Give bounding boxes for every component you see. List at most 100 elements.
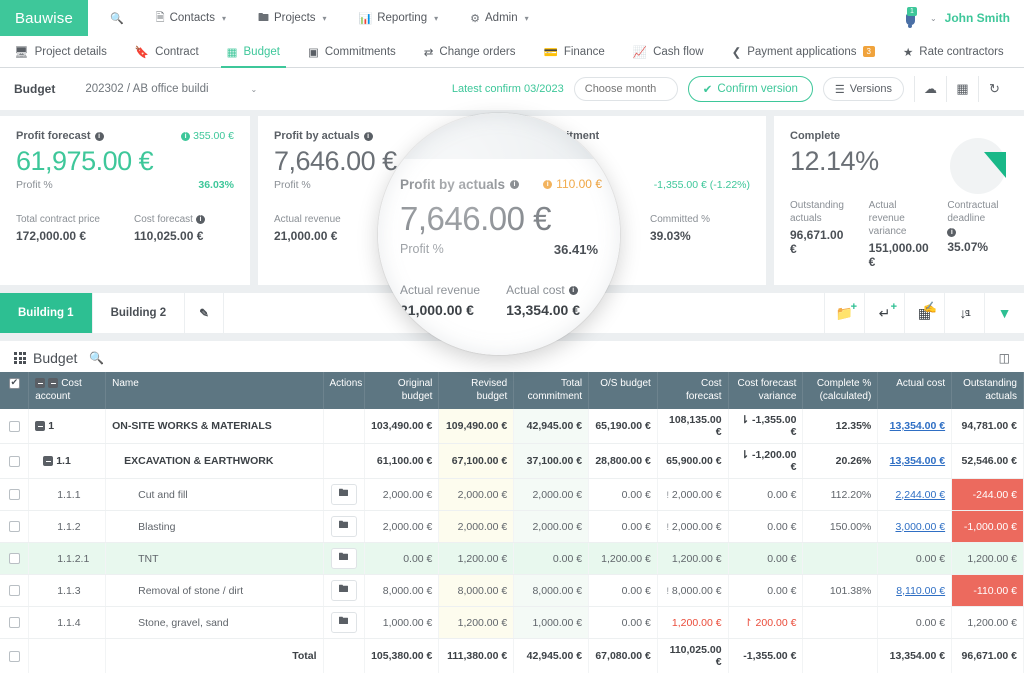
cell-actions[interactable]: 🖿 [323, 479, 364, 511]
edit-square-icon[interactable]: ✎ [185, 293, 224, 333]
header-actual-cost[interactable]: Actual cost [878, 372, 952, 409]
row-checkbox-cell[interactable] [0, 409, 29, 444]
cell-actual-cost[interactable]: 13,354.00 € [878, 444, 952, 479]
table-search-icon[interactable]: 🔍 [89, 351, 104, 365]
header-cost-forecast[interactable]: Cost forecast [657, 372, 728, 409]
table-row[interactable]: 1.1.2 Blasting 🖿 2,000.00 € 2,000.00 € 2… [0, 511, 1024, 543]
actual-cost-link[interactable]: 2,244.00 € [895, 489, 945, 501]
folder-icon[interactable]: 🖿 [331, 484, 357, 505]
cell-actions[interactable]: 🖿 [323, 543, 364, 575]
cell-actual-cost[interactable]: 13,354.00 € [878, 409, 952, 444]
table-row[interactable]: 1.1.3 Removal of stone / dirt 🖿 8,000.00… [0, 575, 1024, 607]
nav-item-projects[interactable]: 🖿 Projects ▾ [242, 0, 343, 36]
row-checkbox[interactable] [9, 421, 20, 432]
row-checkbox[interactable] [9, 617, 20, 628]
cell-actions[interactable]: 🖿 [323, 575, 364, 607]
row-checkbox-cell[interactable] [0, 444, 29, 479]
grid-edit-icon[interactable]: ▦✍ [904, 293, 944, 333]
folder-icon[interactable]: 🖿 [331, 612, 357, 633]
collapse-icon[interactable] [43, 456, 53, 466]
table-row[interactable]: 1.1.2.1 TNT 🖿 0.00 € 1,200.00 € 0.00 € 1… [0, 543, 1024, 575]
row-checkbox-cell[interactable] [0, 543, 29, 575]
confirm-version-button[interactable]: ✔ Confirm version [688, 76, 813, 102]
table-row[interactable]: 1.1 EXCAVATION & EARTHWORK 61,100.00 € 6… [0, 444, 1024, 479]
info-icon[interactable]: i [364, 132, 373, 141]
row-checkbox[interactable] [9, 521, 20, 532]
header-total-commitment[interactable]: Total commitment [514, 372, 589, 409]
columns-icon[interactable]: ◫ [999, 351, 1010, 365]
header-cost-account[interactable]: Cost account [29, 372, 106, 409]
header-original-budget[interactable]: Original budget [364, 372, 439, 409]
notifications-button[interactable]: 1 [902, 7, 920, 29]
table-row[interactable]: 1.1.4 Stone, gravel, sand 🖿 1,000.00 € 1… [0, 607, 1024, 639]
row-checkbox-cell[interactable] [0, 575, 29, 607]
filter-icon[interactable]: ▼ [984, 293, 1024, 333]
user-menu[interactable]: John Smith [945, 11, 1010, 25]
nav-item-reporting[interactable]: 📊 Reporting ▾ [343, 0, 455, 36]
tab-payment-applications[interactable]: ❮ Payment applications 3 [718, 36, 889, 67]
row-add-icon[interactable]: ↵+ [864, 293, 904, 333]
info-icon[interactable]: i [196, 215, 205, 224]
tab-commitments[interactable]: ▣ Commitments [294, 36, 410, 67]
info-icon[interactable]: i [95, 132, 104, 141]
versions-button[interactable]: ☰ Versions [823, 77, 904, 101]
row-checkbox[interactable] [9, 651, 20, 662]
cell-actions[interactable]: 🖿 [323, 511, 364, 543]
actual-cost-link[interactable]: 8,110.00 € [896, 585, 945, 597]
table-row[interactable]: 1.1.1 Cut and fill 🖿 2,000.00 € 2,000.00… [0, 479, 1024, 511]
tab-change-orders[interactable]: ⇄ Change orders [410, 36, 530, 67]
tab-budget[interactable]: ▦ Budget [213, 36, 294, 67]
header-name[interactable]: Name [106, 372, 323, 409]
row-checkbox[interactable] [9, 489, 20, 500]
building-tab-1[interactable]: Building 1 [0, 293, 93, 333]
cell-cost-account: 1.1.2 [29, 511, 106, 543]
row-checkbox-cell[interactable] [0, 607, 29, 639]
collapse-icon[interactable] [35, 421, 45, 431]
folder-icon[interactable]: 🖿 [331, 516, 357, 537]
header-complete-pct[interactable]: Complete % (calculated) [803, 372, 878, 409]
actual-cost-link[interactable]: 3,000.00 € [895, 521, 945, 533]
row-checkbox[interactable] [9, 553, 20, 564]
actual-cost-link[interactable]: 13,354.00 € [890, 455, 945, 467]
latest-confirm-link[interactable]: Latest confirm 03/2023 [452, 83, 564, 95]
building-tab-2[interactable]: Building 2 [93, 293, 186, 333]
history-icon[interactable]: ↻ [978, 76, 1010, 102]
header-revised-budget[interactable]: Revised budget [439, 372, 514, 409]
folder-icon[interactable]: 🖿 [331, 548, 357, 569]
header-cost-forecast-variance[interactable]: Cost forecast variance [728, 372, 803, 409]
header-os-budget[interactable]: O/S budget [589, 372, 658, 409]
tab-project-details[interactable]: 🖥 Project details [0, 36, 121, 67]
cell-actual-cost[interactable]: 3,000.00 € [878, 511, 952, 543]
tab-cash-flow[interactable]: 📈 Cash flow [619, 36, 718, 67]
select-all-checkbox[interactable] [9, 378, 20, 389]
cell-actual-cost[interactable]: 8,110.00 € [878, 575, 952, 607]
cloud-upload-icon[interactable]: ☁ [914, 76, 946, 102]
row-checkbox[interactable] [9, 456, 20, 467]
tab-rate-contractors[interactable]: ★ Rate contractors [889, 36, 1018, 67]
row-checkbox-cell[interactable] [0, 511, 29, 543]
brand-logo[interactable]: Bauwise [0, 0, 88, 36]
folder-icon[interactable]: 🖿 [331, 580, 357, 601]
header-select-all[interactable] [0, 372, 29, 409]
tab-contract[interactable]: 🔖 Contract [121, 36, 213, 67]
info-icon[interactable]: i [947, 228, 956, 237]
search-button[interactable]: 🔍 [94, 0, 140, 36]
row-checkbox-cell[interactable] [0, 479, 29, 511]
collapse-icon[interactable] [48, 378, 58, 388]
collapse-icon[interactable] [35, 378, 45, 388]
tab-finance[interactable]: 💳 Finance [530, 36, 619, 67]
sort-numeric-icon[interactable]: ↓19 [944, 293, 984, 333]
nav-item-contacts[interactable]: 🗎 Contacts ▾ [140, 0, 242, 36]
folder-add-icon[interactable]: 📁+ [824, 293, 864, 333]
cell-actual-cost[interactable]: 2,244.00 € [878, 479, 952, 511]
nav-item-admin[interactable]: ⚙ Admin ▾ [454, 0, 545, 36]
table-row[interactable]: 1 ON-SITE WORKS & MATERIALS 103,490.00 €… [0, 409, 1024, 444]
grid-icon[interactable]: ▦ [946, 76, 978, 102]
row-checkbox[interactable] [9, 585, 20, 596]
choose-month-input[interactable] [574, 77, 678, 101]
cell-actions[interactable]: 🖿 [323, 607, 364, 639]
project-selector[interactable]: 202302 / AB office buildi ⌄ [85, 83, 257, 95]
header-outstanding-actuals[interactable]: Outstanding actuals [952, 372, 1024, 409]
row-checkbox-cell[interactable] [0, 639, 29, 673]
actual-cost-link[interactable]: 13,354.00 € [890, 420, 945, 432]
